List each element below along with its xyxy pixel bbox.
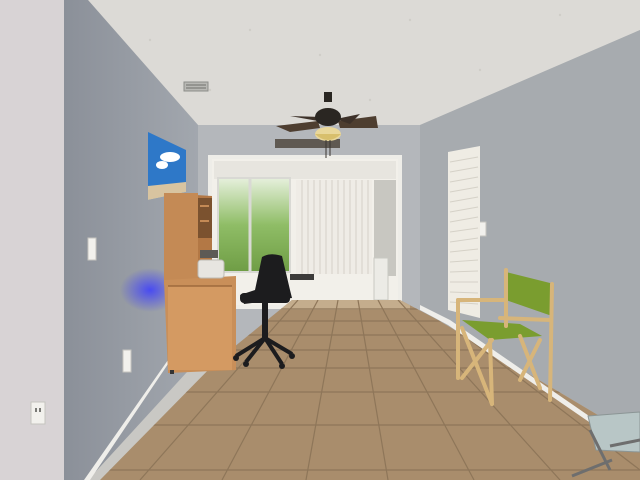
wall-outlet-left bbox=[30, 401, 46, 425]
desk-basket bbox=[197, 259, 225, 279]
wall-outlet-hall bbox=[122, 349, 132, 373]
hallway-photo bbox=[0, 0, 640, 480]
louvered-closet-door bbox=[448, 146, 480, 318]
desk-papers bbox=[200, 250, 218, 258]
light-switch bbox=[87, 237, 97, 261]
next-room-ceiling bbox=[214, 161, 396, 179]
ceiling-vent bbox=[183, 81, 209, 92]
vertical-blinds bbox=[296, 180, 372, 274]
scene-canvas bbox=[0, 0, 640, 480]
doormat bbox=[290, 274, 314, 280]
small-cabinet bbox=[373, 257, 389, 301]
